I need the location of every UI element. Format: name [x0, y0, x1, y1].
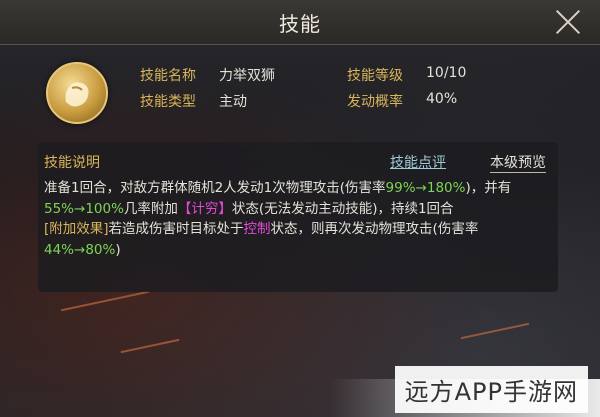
- dialog-title: 技能: [279, 12, 321, 36]
- description-heading: 技能说明: [44, 155, 100, 171]
- trigger-chance-value: 40%: [426, 91, 458, 107]
- skill-type-label: 技能类型: [140, 94, 196, 110]
- desc-text-segment: ): [115, 241, 121, 258]
- skill-review-link[interactable]: 技能点评: [390, 152, 446, 172]
- chance-value: 55%→100%: [44, 200, 124, 217]
- status-keyword: 【计穷】: [177, 200, 232, 217]
- skill-level-value: 10/10: [426, 65, 467, 81]
- close-icon[interactable]: [554, 8, 582, 36]
- control-keyword: 控制: [243, 221, 271, 237]
- desc-text-segment: 几率附加: [123, 200, 178, 217]
- level-preview-link[interactable]: 本级预览: [490, 152, 546, 173]
- damage-rate-value: 99%→180%: [385, 180, 466, 196]
- skill-level-label: 技能等级: [347, 68, 403, 84]
- desc-text-segment: 状态(无法发动主动技能)，持续1回合: [231, 200, 454, 217]
- description-text: 准备1回合，对敌方群体随机2人发动1次物理攻击(伤害率99%→180%)，并有 5…: [44, 178, 554, 260]
- extra-damage-rate-value: 44%→80%: [44, 241, 116, 258]
- site-watermark: 远方APP手游网: [394, 366, 588, 413]
- desc-text-segment: )，并有: [465, 180, 512, 196]
- skill-type-value: 主动: [219, 94, 247, 110]
- dialog-header: 技能: [0, 0, 600, 45]
- extra-effect-label: [附加效果]: [44, 221, 109, 237]
- desc-text-segment: 状态，则再次发动物理攻击(伤害率: [270, 221, 479, 237]
- skill-fist-icon: [46, 62, 108, 124]
- trigger-chance-label: 发动概率: [347, 94, 403, 110]
- skill-name-value: 力举双狮: [219, 68, 275, 84]
- desc-text-segment: 若造成伤害时目标处于: [108, 221, 244, 237]
- desc-text-segment: 准备1回合，对敌方群体随机2人发动1次物理攻击(伤害率: [44, 180, 386, 196]
- skill-name-label: 技能名称: [140, 68, 196, 84]
